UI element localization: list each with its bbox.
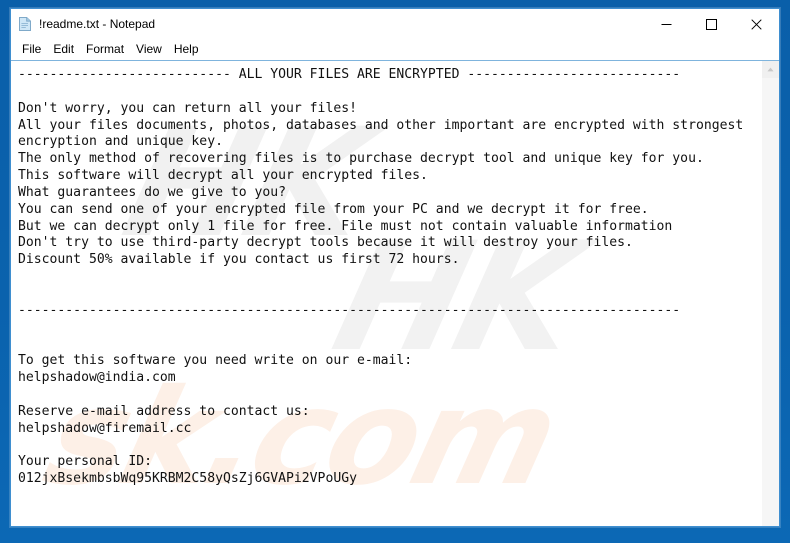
notepad-window: !readme.txt - Notepad File Edit Format V… [10,8,780,527]
minimize-icon [661,23,672,25]
scroll-up-button[interactable] [762,61,779,78]
vertical-scrollbar[interactable] [761,61,779,526]
scroll-track[interactable] [762,78,779,526]
close-icon [751,18,762,30]
menu-item-help[interactable]: Help [168,40,205,59]
editor-client-area: HK HK sk.com ---------------------------… [11,60,779,526]
desktop-background: !readme.txt - Notepad File Edit Format V… [0,0,790,543]
menu-item-edit[interactable]: Edit [47,40,80,59]
window-controls [644,9,779,39]
text-pane[interactable]: HK HK sk.com ---------------------------… [11,61,761,526]
close-button[interactable] [734,9,779,39]
menu-item-file[interactable]: File [16,40,47,59]
notepad-document-icon [17,16,33,32]
maximize-icon [706,18,717,30]
window-title: !readme.txt - Notepad [39,17,156,31]
menu-item-view[interactable]: View [130,40,168,59]
minimize-button[interactable] [644,9,689,39]
ransom-note-text[interactable]: --------------------------- ALL YOUR FIL… [11,61,761,488]
scroll-up-arrow-icon [767,67,774,72]
menu-item-format[interactable]: Format [80,40,130,59]
maximize-button[interactable] [689,9,734,39]
title-bar[interactable]: !readme.txt - Notepad [11,9,779,39]
title-bar-left: !readme.txt - Notepad [11,16,644,32]
scroll-thumb[interactable] [762,78,779,526]
menu-bar: File Edit Format View Help [11,39,779,60]
